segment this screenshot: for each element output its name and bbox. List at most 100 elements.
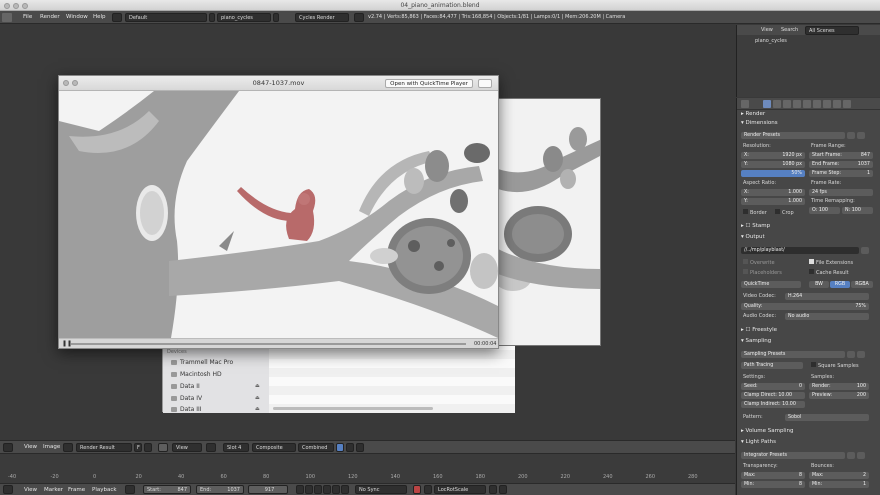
- color-bw-button[interactable]: BW: [809, 281, 829, 288]
- file-format-select[interactable]: QuickTime: [741, 281, 801, 288]
- scene-select[interactable]: piano_cycles: [217, 13, 271, 22]
- zoom-window-icon[interactable]: [22, 3, 28, 9]
- screen-layout-icon[interactable]: [112, 13, 122, 22]
- fake-user-button[interactable]: F: [134, 443, 142, 452]
- add-preset-icon[interactable]: [847, 351, 855, 358]
- overwrite-checkbox[interactable]: Overwrite: [743, 259, 775, 267]
- sampling-panel-header[interactable]: ▾ Sampling: [741, 337, 877, 345]
- finder-item[interactable]: Data II: [171, 383, 200, 390]
- auto-keying-icon[interactable]: [413, 485, 421, 494]
- image-browse-icon[interactable]: [63, 443, 73, 452]
- time-remap-old-field[interactable]: O: 100: [809, 207, 840, 214]
- image-close-icon[interactable]: [144, 443, 152, 452]
- quality-slider[interactable]: Quality: 75%: [741, 303, 869, 310]
- current-frame-field[interactable]: 917: [248, 485, 288, 494]
- bounces-min-field[interactable]: Min: 1: [809, 481, 869, 488]
- dimensions-panel-header[interactable]: ▾ Dimensions: [741, 119, 877, 127]
- transparency-max-field[interactable]: Max: 8: [741, 472, 805, 479]
- menu-file[interactable]: File: [23, 11, 32, 24]
- integrator-select[interactable]: Path Tracing: [741, 362, 803, 369]
- delete-keyframe-icon[interactable]: [499, 485, 507, 494]
- color-rgb-button[interactable]: RGB: [830, 281, 850, 288]
- timeline-marker-menu[interactable]: Marker: [44, 484, 63, 495]
- render-tab-icon[interactable]: [763, 100, 771, 108]
- close-window-icon[interactable]: [4, 3, 10, 9]
- eject-icon[interactable]: ⏏: [255, 395, 260, 401]
- image-settings-icon[interactable]: [206, 443, 216, 452]
- play-icon[interactable]: [323, 485, 331, 494]
- volume-sampling-panel-header[interactable]: ▸ Volume Sampling: [741, 427, 877, 435]
- scene-tab-icon[interactable]: [783, 100, 791, 108]
- resolution-y-field[interactable]: Y: 1080 px: [741, 161, 805, 168]
- render-engine-select[interactable]: Cycles Render: [295, 13, 349, 22]
- timeline-frame-menu[interactable]: Frame: [68, 484, 85, 495]
- color-rgba-button[interactable]: RGBA: [851, 281, 873, 288]
- finder-item[interactable]: Data IV: [171, 395, 202, 402]
- cache-result-checkbox[interactable]: Cache Result: [809, 269, 849, 277]
- integrator-presets-select[interactable]: Integrator Presets: [741, 452, 845, 459]
- screen-layout-select[interactable]: Default: [125, 13, 207, 22]
- eject-icon[interactable]: ⏏: [255, 406, 260, 412]
- scrub-bar[interactable]: [71, 343, 466, 345]
- sampling-presets-select[interactable]: Sampling Presets: [741, 351, 845, 358]
- minimize-window-icon[interactable]: [13, 3, 19, 9]
- end-frame-field[interactable]: End: 1037: [196, 485, 244, 494]
- finder-item[interactable]: Trammell Mac Pro: [171, 359, 233, 366]
- outliner-view-menu[interactable]: View: [761, 26, 773, 34]
- draw-z-icon[interactable]: [356, 443, 364, 452]
- draw-alpha-icon[interactable]: [346, 443, 354, 452]
- frame-step-field[interactable]: Frame Step: 1: [809, 170, 873, 177]
- material-tab-icon[interactable]: [843, 100, 851, 108]
- editor-type-icon[interactable]: [3, 485, 13, 494]
- preview-samples-field[interactable]: Preview: 200: [809, 392, 869, 399]
- world-tab-icon[interactable]: [793, 100, 801, 108]
- seed-field[interactable]: Seed: 0: [741, 383, 805, 390]
- aspect-x-field[interactable]: X: 1.000: [741, 189, 805, 196]
- border-checkbox[interactable]: Border: [743, 209, 767, 217]
- menu-window[interactable]: Window: [66, 11, 88, 24]
- view-mode-select[interactable]: View: [172, 443, 202, 452]
- frame-rate-select[interactable]: 24 fps: [809, 189, 873, 196]
- clamp-indirect-field[interactable]: Clamp Indirect: 10.00: [741, 401, 805, 408]
- aspect-y-field[interactable]: Y: 1.000: [741, 198, 805, 205]
- preview-range-icon[interactable]: [125, 485, 135, 494]
- video-codec-select[interactable]: H.264: [785, 293, 869, 300]
- start-frame-field[interactable]: Start Frame: 847: [809, 152, 873, 159]
- timeline[interactable]: -40 -20 0 20 40 60 80 100 120 140 160 180 200 220 240 2…: [0, 453, 735, 483]
- render-layer-select[interactable]: Composite: [252, 443, 296, 452]
- scene-close-icon[interactable]: [273, 13, 279, 22]
- stamp-panel-header[interactable]: ▸ ☐ Stamp: [741, 222, 877, 230]
- modifiers-tab-icon[interactable]: [823, 100, 831, 108]
- jump-prev-key-icon[interactable]: [305, 485, 313, 494]
- placeholders-checkbox[interactable]: Placeholders: [743, 269, 782, 277]
- freestyle-panel-header[interactable]: ▸ ☐ Freestyle: [741, 326, 877, 334]
- screen-layout-close-icon[interactable]: [209, 13, 215, 22]
- resolution-x-field[interactable]: X: 1920 px: [741, 152, 805, 159]
- render-samples-field[interactable]: Render: 100: [809, 383, 869, 390]
- light-paths-panel-header[interactable]: ▾ Light Paths: [741, 438, 877, 446]
- remove-preset-icon[interactable]: [857, 452, 865, 459]
- clamp-direct-field[interactable]: Clamp Direct: 10.00: [741, 392, 805, 399]
- timeline-view-menu[interactable]: View: [24, 484, 37, 495]
- display-channels-icon[interactable]: [336, 443, 344, 452]
- constraints-tab-icon[interactable]: [813, 100, 821, 108]
- editor-type-icon[interactable]: [2, 13, 12, 22]
- keying-set-select[interactable]: LocRotScale: [434, 485, 486, 494]
- add-preset-icon[interactable]: [847, 132, 855, 139]
- render-presets-select[interactable]: Render Presets: [741, 132, 845, 139]
- pin-icon[interactable]: [158, 443, 168, 452]
- finder-content[interactable]: [269, 341, 515, 413]
- timeline-playback-menu[interactable]: Playback: [92, 484, 117, 495]
- finder-item[interactable]: Macintosh HD: [171, 371, 222, 378]
- pattern-select[interactable]: Sobol: [785, 414, 869, 421]
- sync-mode-select[interactable]: No Sync: [355, 485, 407, 494]
- editor-type-icon[interactable]: [3, 443, 13, 452]
- object-tab-icon[interactable]: [803, 100, 811, 108]
- slot-select[interactable]: Slot 4: [223, 443, 249, 452]
- render-pass-select[interactable]: Combined: [298, 443, 334, 452]
- jump-start-icon[interactable]: [296, 485, 304, 494]
- start-frame-field[interactable]: Start: 847: [143, 485, 191, 494]
- end-frame-field[interactable]: End Frame: 1037: [809, 161, 873, 168]
- render-layers-tab-icon[interactable]: [773, 100, 781, 108]
- time-remap-new-field[interactable]: N: 100: [842, 207, 873, 214]
